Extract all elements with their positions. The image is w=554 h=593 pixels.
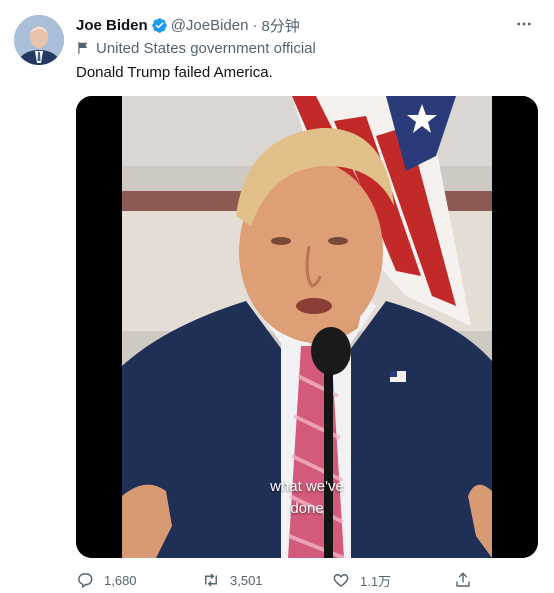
share-icon <box>456 572 470 587</box>
video-player[interactable]: what we've done <box>76 96 538 558</box>
retweet-count: 3,501 <box>230 572 263 588</box>
separator-dot: · <box>252 16 258 34</box>
like-button[interactable]: 1.1万 <box>332 568 391 592</box>
tweet-actions: 1,680 3,501 1.1万 <box>76 568 496 592</box>
account-label[interactable]: United States government official <box>76 38 316 58</box>
retweet-button[interactable]: 3,501 <box>202 568 263 592</box>
tweet-text: Donald Trump failed America. <box>76 64 273 81</box>
reply-count: 1,680 <box>104 572 137 588</box>
author-handle[interactable]: @JoeBiden <box>171 17 249 34</box>
like-count: 1.1万 <box>360 573 392 589</box>
account-label-text: United States government official <box>96 39 316 57</box>
tweet-timestamp[interactable]: 8分钟 <box>261 15 299 36</box>
reply-icon <box>78 573 93 589</box>
avatar-image <box>14 15 64 65</box>
heart-icon <box>333 574 349 587</box>
video-caption: what we've done <box>76 476 538 520</box>
retweet-icon <box>205 573 217 587</box>
video-caption-line2: done <box>290 500 324 517</box>
video-caption-line1: what we've <box>270 478 344 495</box>
author-name[interactable]: Joe Biden <box>76 17 148 34</box>
avatar[interactable] <box>14 15 64 65</box>
flag-icon <box>78 42 88 54</box>
tweet-header: Joe Biden @JoeBiden · 8分钟 <box>76 14 534 36</box>
reply-button[interactable]: 1,680 <box>76 568 137 592</box>
more-dots-icon <box>517 22 531 26</box>
verified-badge-icon <box>151 17 167 33</box>
tweet[interactable]: Joe Biden @JoeBiden · 8分钟 United States … <box>0 0 554 593</box>
more-button[interactable] <box>514 14 534 34</box>
share-button[interactable] <box>454 568 482 592</box>
